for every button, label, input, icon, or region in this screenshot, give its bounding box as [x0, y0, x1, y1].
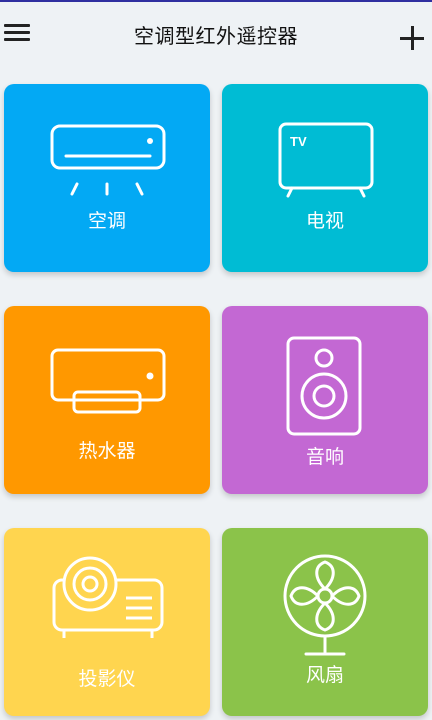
tile-label: 投影仪 — [78, 668, 136, 690]
tile-fan[interactable]: 风扇 — [222, 528, 428, 716]
tile-label: 空调 — [87, 210, 126, 232]
tile-label: 电视 — [305, 210, 344, 232]
tile-tv[interactable]: TV 电视 — [222, 84, 428, 272]
fan-icon — [283, 554, 367, 656]
page-title: 空调型红外遥控器 — [134, 24, 298, 48]
tile-label: 风扇 — [305, 664, 344, 686]
tile-label: 音响 — [305, 446, 344, 468]
app-header: 空调型红外遥控器 — [0, 2, 432, 64]
tile-label: 热水器 — [78, 440, 136, 462]
plus-icon[interactable] — [400, 26, 426, 52]
air-conditioner-icon — [50, 124, 166, 196]
tile-air-conditioner[interactable]: 空调 — [4, 84, 210, 272]
water-heater-icon — [50, 348, 166, 414]
tile-water-heater[interactable]: 热水器 — [4, 306, 210, 494]
tile-speaker[interactable]: 音响 — [222, 306, 428, 494]
tv-icon: TV — [278, 122, 374, 198]
tile-projector[interactable]: 投影仪 — [4, 528, 210, 716]
tv-icon-text: TV — [290, 134, 307, 149]
